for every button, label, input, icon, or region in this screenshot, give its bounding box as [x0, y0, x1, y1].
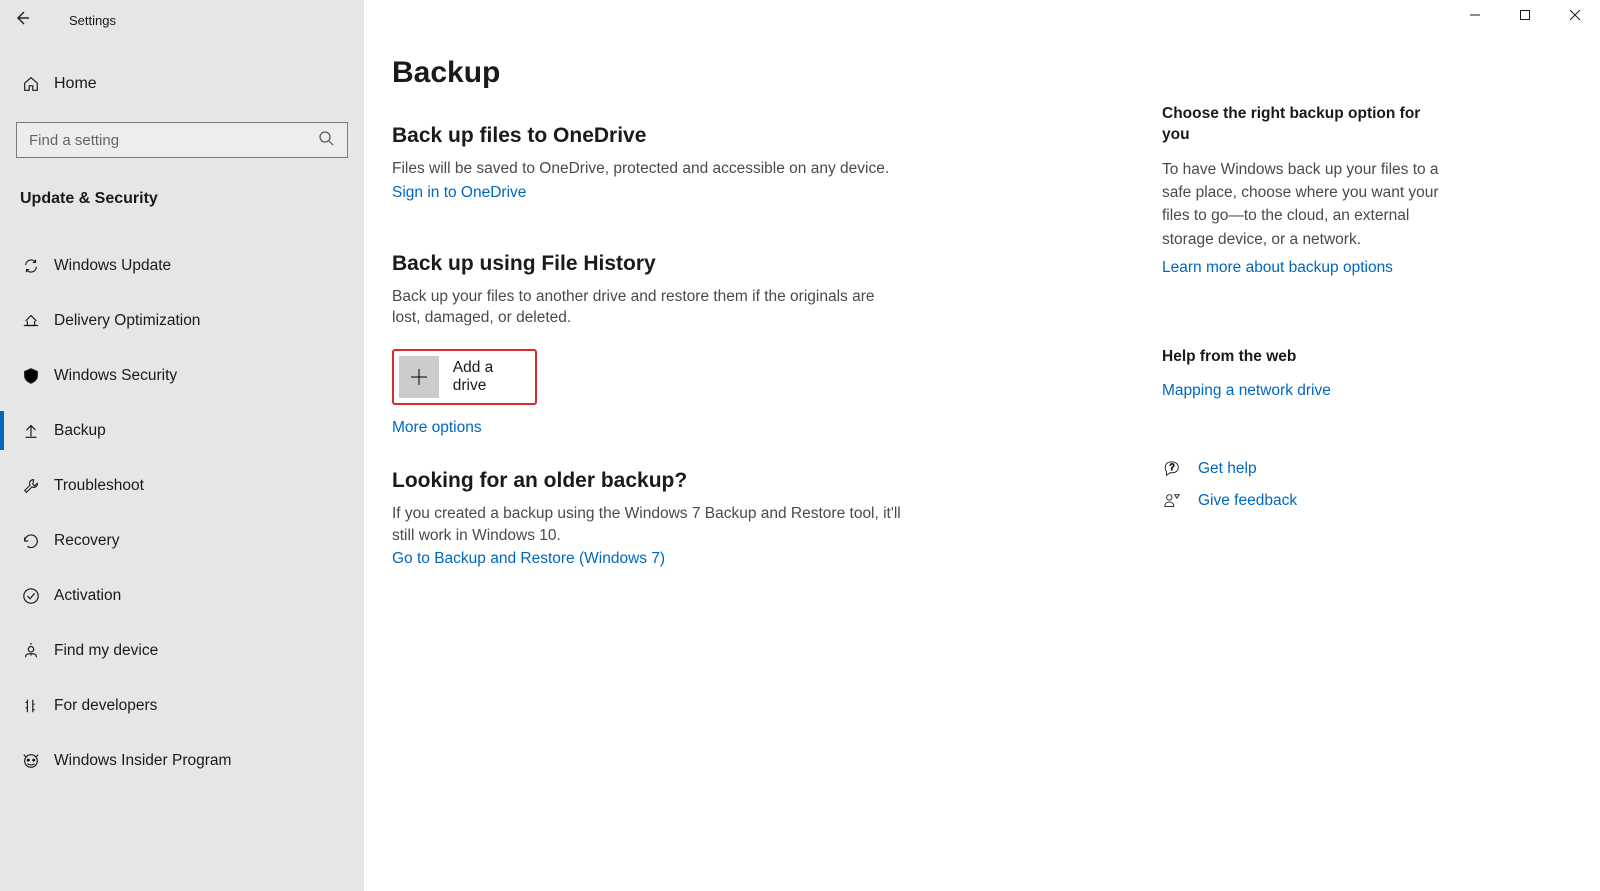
sidebar: Settings Home Update & Security Windows … — [0, 0, 364, 891]
more-options-link[interactable]: More options — [392, 419, 482, 437]
sidebar-item-windows-security[interactable]: Windows Security — [0, 348, 364, 403]
sidebar-item-windows-insider-program[interactable]: Windows Insider Program — [0, 733, 364, 788]
home-nav-item[interactable]: Home — [0, 60, 364, 108]
sidebar-item-find-my-device[interactable]: Find my device — [0, 623, 364, 678]
file-history-heading: Back up using File History — [392, 252, 1132, 276]
app-title: Settings — [69, 13, 116, 28]
sidebar-item-recovery[interactable]: Recovery — [0, 513, 364, 568]
sidebar-item-backup[interactable]: Backup — [0, 403, 364, 458]
search-wrap — [16, 122, 348, 158]
sidebar-item-label: Activation — [54, 587, 121, 605]
search-icon — [318, 130, 334, 151]
center-column: Backup Back up files to OneDrive Files w… — [392, 56, 1132, 568]
insider-icon — [20, 752, 42, 770]
main-content: Backup Back up files to OneDrive Files w… — [364, 0, 1600, 891]
minimize-icon — [1469, 8, 1481, 26]
arrow-left-icon — [14, 10, 30, 31]
choose-backup-heading: Choose the right backup option for you — [1162, 104, 1442, 146]
sidebar-item-for-developers[interactable]: For developers — [0, 678, 364, 733]
svg-text:?: ? — [1169, 462, 1174, 472]
close-icon — [1569, 8, 1581, 26]
sidebar-item-troubleshoot[interactable]: Troubleshoot — [0, 458, 364, 513]
nav-list: Windows Update Delivery Optimization Win… — [0, 238, 364, 788]
category-header: Update & Security — [0, 158, 364, 218]
onedrive-body: Files will be saved to OneDrive, protect… — [392, 158, 1132, 180]
sidebar-item-label: For developers — [54, 697, 157, 715]
sidebar-item-label: Windows Insider Program — [54, 752, 231, 770]
sidebar-item-label: Windows Update — [54, 257, 171, 275]
mapping-network-drive-link[interactable]: Mapping a network drive — [1162, 382, 1331, 400]
get-help-icon: ? — [1162, 460, 1182, 478]
feedback-icon — [1162, 492, 1182, 510]
delivery-icon — [20, 312, 42, 330]
search-input[interactable] — [16, 122, 348, 158]
wrench-icon — [20, 477, 42, 495]
choose-backup-body: To have Windows back up your files to a … — [1162, 158, 1442, 251]
older-backup-heading: Looking for an older backup? — [392, 469, 1132, 493]
add-drive-button[interactable]: Add a drive — [392, 349, 537, 405]
window-controls — [1450, 0, 1600, 34]
close-button[interactable] — [1550, 0, 1600, 34]
add-drive-label: Add a drive — [453, 359, 527, 395]
sidebar-item-label: Troubleshoot — [54, 477, 144, 495]
shield-icon — [20, 367, 42, 385]
maximize-button[interactable] — [1500, 0, 1550, 34]
sidebar-item-label: Backup — [54, 422, 106, 440]
back-button[interactable] — [0, 0, 44, 40]
right-column: Choose the right backup option for you T… — [1162, 56, 1442, 568]
give-feedback-link[interactable]: Give feedback — [1198, 492, 1297, 510]
backup-restore-win7-link[interactable]: Go to Backup and Restore (Windows 7) — [392, 550, 665, 568]
sidebar-item-activation[interactable]: Activation — [0, 568, 364, 623]
home-icon — [20, 75, 42, 93]
sign-in-onedrive-link[interactable]: Sign in to OneDrive — [392, 184, 526, 202]
file-history-body: Back up your files to another drive and … — [392, 286, 902, 329]
titlebar: Settings — [0, 0, 364, 40]
sidebar-item-delivery-optimization[interactable]: Delivery Optimization — [0, 293, 364, 348]
sidebar-item-label: Delivery Optimization — [54, 312, 200, 330]
checkmark-circle-icon — [20, 587, 42, 605]
recovery-icon — [20, 532, 42, 550]
sidebar-item-label: Find my device — [54, 642, 158, 660]
learn-backup-options-link[interactable]: Learn more about backup options — [1162, 259, 1393, 277]
minimize-button[interactable] — [1450, 0, 1500, 34]
backup-icon — [20, 422, 42, 440]
developers-icon — [20, 697, 42, 715]
sync-icon — [20, 257, 42, 275]
get-help-link[interactable]: Get help — [1198, 460, 1257, 478]
home-label: Home — [54, 75, 97, 93]
location-icon — [20, 642, 42, 660]
older-backup-body: If you created a backup using the Window… — [392, 503, 902, 546]
help-from-web-heading: Help from the web — [1162, 347, 1442, 368]
maximize-icon — [1519, 8, 1531, 26]
page-title: Backup — [392, 56, 1132, 90]
onedrive-heading: Back up files to OneDrive — [392, 124, 1132, 148]
sidebar-item-windows-update[interactable]: Windows Update — [0, 238, 364, 293]
sidebar-item-label: Recovery — [54, 532, 119, 550]
plus-icon — [399, 356, 439, 398]
sidebar-item-label: Windows Security — [54, 367, 177, 385]
